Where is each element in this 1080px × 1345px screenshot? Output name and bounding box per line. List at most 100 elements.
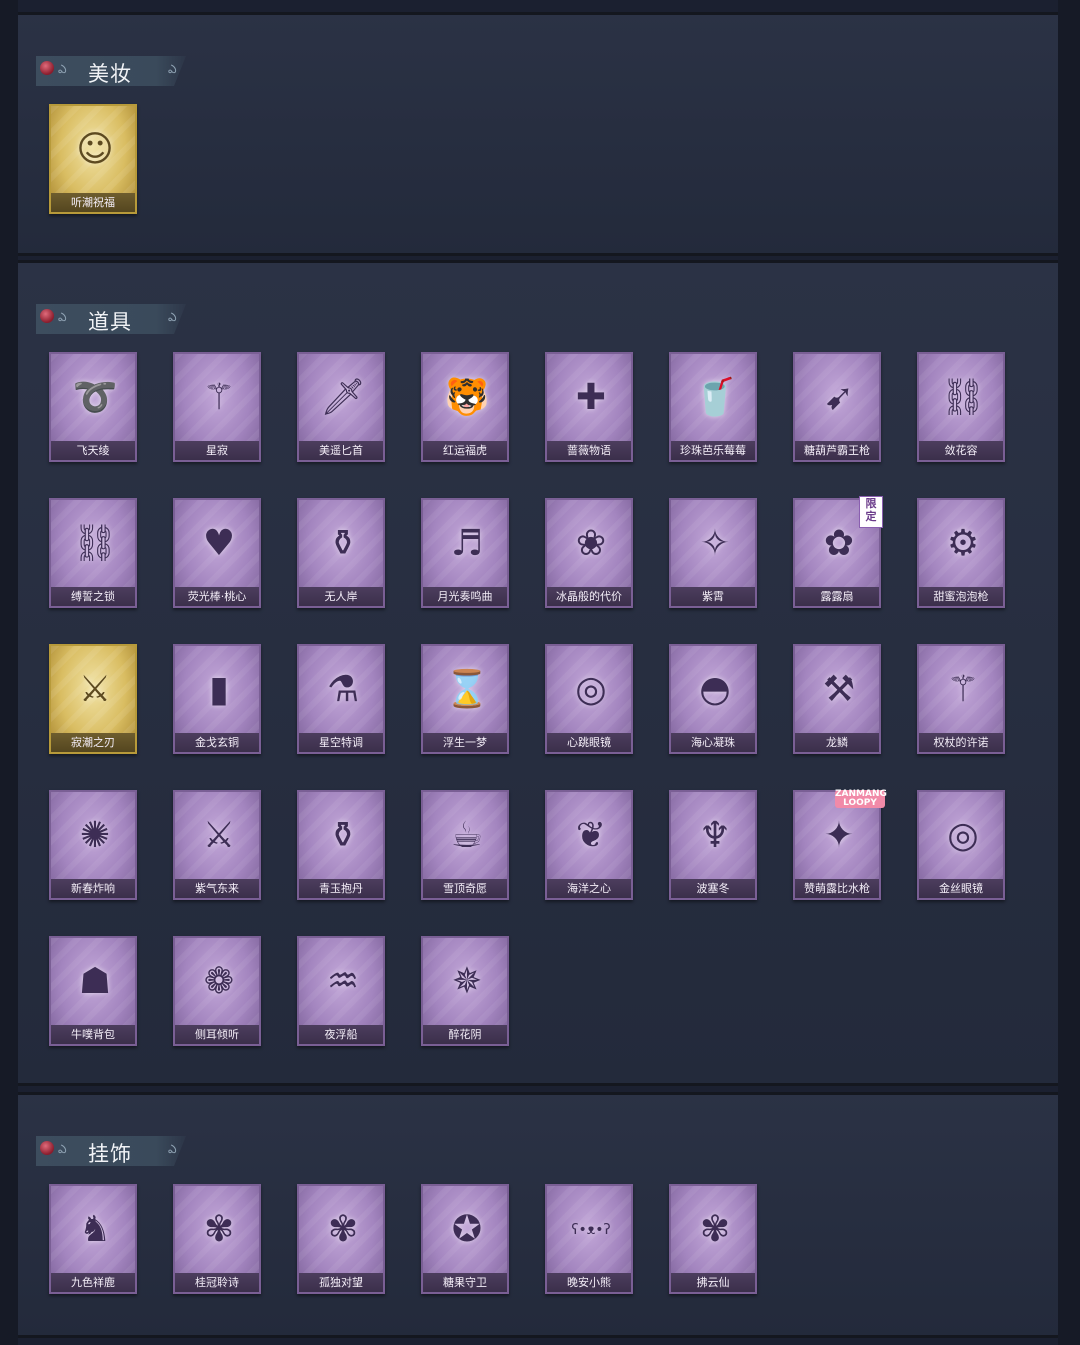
shovel-icon: ⚒ (822, 668, 856, 710)
item-name: 甜蜜泡泡枪 (919, 587, 1003, 606)
item-card[interactable]: ♞ 九色祥鹿 (49, 1184, 137, 1294)
item-card[interactable]: ✾ 拂云仙 (669, 1184, 757, 1294)
item-name: 荧光棒·桃心 (175, 587, 259, 606)
medkit-icon: ✚ (575, 376, 607, 418)
item-name: 紫气东来 (175, 879, 259, 898)
gem-icon (40, 1141, 54, 1155)
item-name: 缚誓之锁 (51, 587, 135, 606)
face-icon: ☺ (76, 128, 114, 170)
item-card[interactable]: ⚱ 无人岸 (297, 498, 385, 608)
chain-icon: ⛓ (940, 377, 986, 418)
item-name: 无人岸 (299, 587, 383, 606)
item-name: 美遥匕首 (299, 441, 383, 460)
item-name: 龙鳞 (795, 733, 879, 752)
item-card[interactable]: ✺ 新春炸响 (49, 790, 137, 900)
item-name: 飞天绫 (51, 441, 135, 460)
item-card[interactable]: ▮ 金戈玄铜 (173, 644, 261, 754)
blade-icon: ⚔ (78, 668, 112, 710)
item-name: 青玉抱丹 (299, 879, 383, 898)
item-card[interactable]: ✚ 蔷薇物语 (545, 352, 633, 462)
bubble-gun-icon: ⚙ (946, 522, 980, 564)
item-card[interactable]: ➹ 糖葫芦霸王枪 (793, 352, 881, 462)
item-card[interactable]: ♆ 波塞冬 (669, 790, 757, 900)
item-card[interactable]: ☺ 听潮祝福 (49, 104, 137, 214)
spear-icon: ➹ (823, 376, 855, 418)
item-card[interactable]: 🗡 美遥匕首 (297, 352, 385, 462)
item-card[interactable]: ➰ 飞天绫 (49, 352, 137, 462)
item-name: 雪顶奇愿 (423, 879, 507, 898)
trident-icon: ♆ (698, 814, 732, 856)
item-card[interactable]: ⚚ 星寂 (173, 352, 261, 462)
swirl-icon: ఎ (58, 62, 67, 76)
item-card[interactable]: ☗ 牛噗背包 (49, 936, 137, 1046)
ribbon-icon: ➰ (72, 377, 118, 418)
item-name: 拂云仙 (671, 1273, 755, 1292)
deer-icon: ♞ (78, 1208, 112, 1250)
item-name: 海心凝珠 (671, 733, 755, 752)
item-card[interactable]: ⛓ 缚誓之锁 (49, 498, 137, 608)
item-card[interactable]: ◎ 金丝眼镜 (917, 790, 1005, 900)
item-card[interactable]: ⌛ 浮生一梦 (421, 644, 509, 754)
water-gun-icon: ✦ (823, 814, 855, 856)
swirl-icon: ఎ (168, 1142, 177, 1156)
item-card[interactable]: ✵ 醉花阴 (421, 936, 509, 1046)
pendant-icon: ✧ (699, 522, 731, 564)
item-card[interactable]: ☕ 雪顶奇愿 (421, 790, 509, 900)
item-name: 星寂 (175, 441, 259, 460)
flower-icon: ❀ (575, 522, 607, 564)
item-name: 孤独对望 (299, 1273, 383, 1292)
swirl-icon: ఎ (168, 310, 177, 324)
item-card[interactable]: ⚗ 星空特调 (297, 644, 385, 754)
item-card[interactable]: ⚒ 龙鳞 (793, 644, 881, 754)
canister-icon: ▮ (209, 668, 229, 710)
item-card[interactable]: ♥ 荧光棒·桃心 (173, 498, 261, 608)
chain-icon: ⛓ (72, 523, 118, 564)
item-card[interactable]: ✾ 孤独对望 (297, 1184, 385, 1294)
item-name: 冰晶般的代价 (547, 587, 631, 606)
limited-badge: 限定 (859, 496, 883, 528)
bottle-icon: ⚱ (327, 522, 359, 564)
charm-icon: ✾ (699, 1208, 731, 1250)
item-card[interactable]: ✾ 桂冠聆诗 (173, 1184, 261, 1294)
item-name: 红运福虎 (423, 441, 507, 460)
item-card[interactable]: ⚱ 青玉抱丹 (297, 790, 385, 900)
item-name: 波塞冬 (671, 879, 755, 898)
item-card[interactable]: ✦ 赞萌露比水枪 ZANMANG LOOPY (793, 790, 887, 900)
item-card[interactable]: ⚙ 甜蜜泡泡枪 (917, 498, 1005, 608)
item-name: 桂冠聆诗 (175, 1273, 259, 1292)
item-card[interactable]: ✪ 糖果守卫 (421, 1184, 509, 1294)
item-card[interactable]: ⛓ 敛花容 (917, 352, 1005, 462)
item-name: 醉花阴 (423, 1025, 507, 1044)
item-card[interactable]: ♒ 夜浮船 (297, 936, 385, 1046)
item-card[interactable]: ⚔ 紫气东来 (173, 790, 261, 900)
item-card[interactable]: ⚚ 权杖的许诺 (917, 644, 1005, 754)
item-card[interactable]: ❦ 海洋之心 (545, 790, 633, 900)
swirl-icon: ఎ (168, 62, 177, 76)
item-card[interactable]: 🥤 珍珠芭乐莓莓 (669, 352, 757, 462)
charm-icon: ✾ (327, 1208, 359, 1250)
item-card[interactable]: ❀ 冰晶般的代价 (545, 498, 633, 608)
item-card[interactable]: ♬ 月光奏鸣曲 (421, 498, 509, 608)
item-card[interactable]: ⚔ 寂潮之刃 (49, 644, 137, 754)
item-card[interactable]: ✧ 紫霄 (669, 498, 757, 608)
item-name: 寂潮之刃 (51, 733, 135, 752)
item-name: 金戈玄铜 (175, 733, 259, 752)
item-name: 珍珠芭乐莓莓 (671, 441, 755, 460)
badge-text: 限 (865, 497, 877, 510)
gem-icon (40, 61, 54, 75)
necklace-icon: ❦ (575, 814, 607, 856)
section-makeup-panel: ఎ 美妆 ఎ ☺ 听潮祝福 (18, 12, 1058, 256)
item-card[interactable]: ✿ 露露扇限定 (793, 496, 883, 608)
item-card[interactable]: ❁ 侧耳倾听 (173, 936, 261, 1046)
item-name: 金丝眼镜 (919, 879, 1003, 898)
item-card[interactable]: 🐯 红运福虎 (421, 352, 509, 462)
item-name: 紫霄 (671, 587, 755, 606)
gem-icon (40, 309, 54, 323)
section-title: 道具 (88, 310, 132, 334)
item-card[interactable]: ◎ 心跳眼镜 (545, 644, 633, 754)
item-card[interactable]: ʕ•ᴥ•ʔ 晚安小熊 (545, 1184, 633, 1294)
item-name: 糖果守卫 (423, 1273, 507, 1292)
charm-icon: ✾ (203, 1208, 235, 1250)
badge-text: LOOPY (843, 798, 877, 808)
item-card[interactable]: ◓ 海心凝珠 (669, 644, 757, 754)
